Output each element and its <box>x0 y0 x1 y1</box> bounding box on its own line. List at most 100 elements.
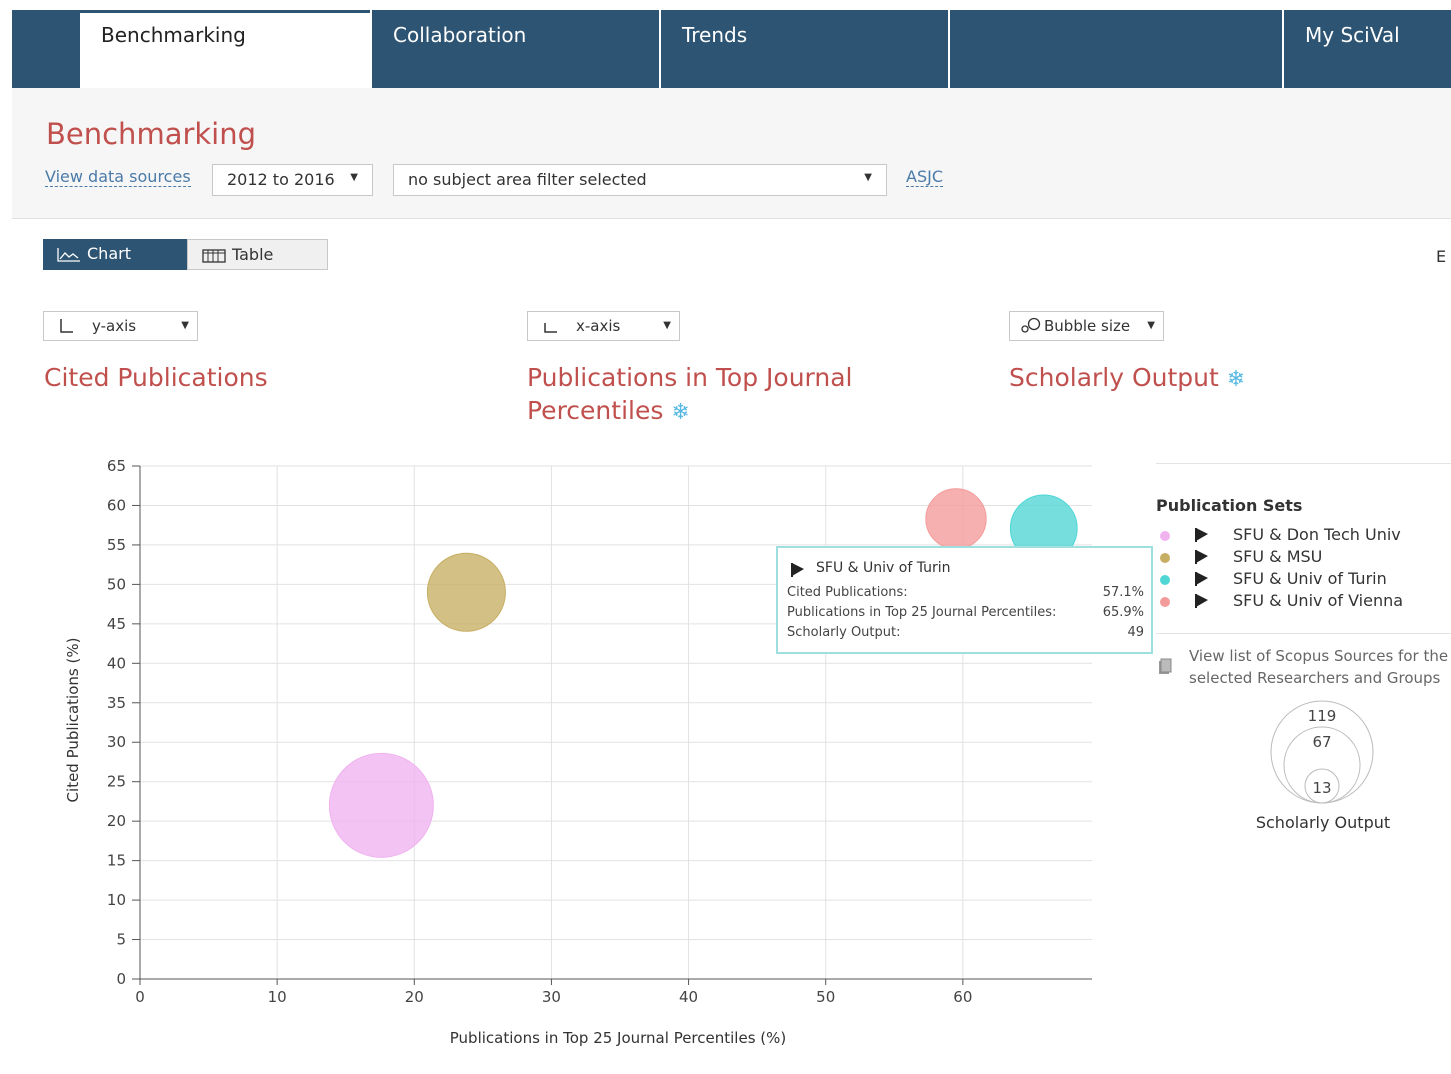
legend-label: SFU & Univ of Vienna <box>1233 591 1404 610</box>
tab-label: Collaboration <box>393 23 527 47</box>
y-tick-label: 55 <box>107 536 126 554</box>
tab-empty[interactable] <box>948 10 1283 88</box>
x-axis-icon <box>544 323 557 333</box>
chevron-down-icon: ▼ <box>663 320 671 331</box>
flag-icon <box>1195 550 1208 564</box>
bubble-size-select[interactable]: Bubble size ▼ <box>1009 311 1164 341</box>
scopus-link-line1: View list of Scopus Sources for the <box>1189 647 1449 665</box>
left-gutter <box>0 0 12 1074</box>
freeze-icon[interactable]: ❄ <box>671 400 689 425</box>
bubble-metric-label: Scholarly Output <box>1009 363 1219 392</box>
x-tick-label: 60 <box>953 988 972 1006</box>
chart-icon <box>57 248 80 262</box>
y-tick-label: 5 <box>116 931 126 949</box>
legend-color-dot <box>1160 575 1170 585</box>
export-button[interactable]: E <box>1436 247 1446 266</box>
scopus-link-line2: selected Researchers and Groups <box>1189 669 1441 687</box>
bubble-tooltip: SFU & Univ of Turin Cited Publications: 5… <box>776 546 1153 654</box>
y-tick-label: 45 <box>107 615 126 633</box>
flag-icon <box>791 563 804 577</box>
chevron-down-icon: ▼ <box>864 172 872 183</box>
tab-label: Trends <box>682 23 748 47</box>
y-tick-label: 25 <box>107 773 126 791</box>
size-key-caption: Scholarly Output <box>1255 813 1391 832</box>
asjc-link[interactable]: ASJC <box>906 167 943 187</box>
bubble <box>426 552 506 632</box>
tooltip-label: Publications in Top 25 Journal Percentil… <box>787 605 1057 620</box>
size-key-label: 67 <box>1312 733 1331 751</box>
y-tick-label: 10 <box>107 891 126 909</box>
page-title: Benchmarking <box>46 117 257 151</box>
legend-color-dot <box>1160 531 1170 541</box>
year-range-select[interactable]: 2012 to 2016 ▼ <box>212 164 373 196</box>
chevron-down-icon: ▼ <box>350 172 358 183</box>
size-key-label: 119 <box>1308 707 1337 725</box>
chevron-down-icon: ▼ <box>1147 320 1155 331</box>
tab-my-scival[interactable]: My SciVal <box>1282 10 1451 88</box>
tooltip-row: Publications in Top 25 Journal Percentil… <box>787 605 1144 620</box>
top-navigation: Benchmarking Collaboration Trends My Sci… <box>12 10 1451 88</box>
y-tick-label: 30 <box>107 733 126 751</box>
x-axis-select-label: x-axis <box>576 317 621 335</box>
header-band <box>12 88 1451 219</box>
table-icon <box>202 249 226 263</box>
y-axis-select[interactable]: y-axis ▼ <box>43 311 198 341</box>
tooltip-row: Cited Publications: 57.1% <box>787 585 1144 600</box>
y-tick-label: 35 <box>107 694 126 712</box>
tab-label: My SciVal <box>1305 23 1400 47</box>
y-tick-label: 65 <box>107 457 126 475</box>
size-key-label: 13 <box>1312 779 1331 797</box>
x-tick-label: 20 <box>405 988 424 1006</box>
tab-trends[interactable]: Trends <box>659 10 949 88</box>
chart-view-label: Chart <box>87 244 131 263</box>
bubble <box>328 752 434 858</box>
legend-color-dot <box>1160 597 1170 607</box>
legend-label: SFU & MSU <box>1233 547 1323 566</box>
tooltip-row: Scholarly Output: 49 <box>787 625 1144 640</box>
flag-icon <box>1195 594 1208 608</box>
tab-benchmarking[interactable]: Benchmarking <box>80 10 370 88</box>
tooltip-label: Cited Publications: <box>787 585 908 600</box>
document-icon <box>1159 658 1172 674</box>
x-tick-label: 0 <box>135 988 145 1006</box>
legend-label: SFU & Univ of Turin <box>1233 569 1387 588</box>
bubbles <box>328 488 1078 858</box>
x-metric-title: Publications in Top Journal Percentiles … <box>527 361 853 429</box>
legend-color-dot <box>1160 553 1170 563</box>
x-tick-label: 10 <box>268 988 287 1006</box>
y-tick-label: 0 <box>116 970 126 988</box>
subject-filter-select[interactable]: no subject area filter selected ▼ <box>393 164 887 196</box>
y-axis-title: Cited Publications (%) <box>64 638 82 803</box>
view-data-sources-link[interactable]: View data sources <box>45 167 191 187</box>
legend-divider <box>1156 633 1451 634</box>
scival-app: Benchmarking Collaboration Trends My Sci… <box>0 0 1451 1074</box>
x-tick-label: 30 <box>542 988 561 1006</box>
year-range-value: 2012 to 2016 <box>227 170 335 189</box>
x-axis-title: Publications in Top 25 Journal Percentil… <box>450 1029 786 1047</box>
x-metric-line2: Percentiles <box>527 396 664 425</box>
chart-view-button[interactable]: Chart <box>43 239 187 270</box>
freeze-icon[interactable]: ❄ <box>1227 367 1245 392</box>
tab-label: Benchmarking <box>101 23 246 47</box>
y-tick-label: 40 <box>107 654 126 672</box>
y-metric-title: Cited Publications <box>44 363 268 392</box>
bubble-size-label: Bubble size <box>1044 317 1131 335</box>
y-tick-label: 15 <box>107 852 126 870</box>
table-view-button[interactable]: Table <box>187 239 328 270</box>
bubble-size-key: 119 67 13 <box>1270 700 1374 804</box>
subject-filter-value: no subject area filter selected <box>408 170 647 189</box>
y-tick-label: 20 <box>107 812 126 830</box>
axes: 0 5 10 15 20 25 30 35 40 45 50 55 60 65 0 10 20 30 40 50 60 <box>107 457 1092 1006</box>
tooltip-value: 49 <box>1127 625 1144 640</box>
y-tick-label: 50 <box>107 575 126 593</box>
y-axis-select-label: y-axis <box>92 317 137 335</box>
legend-label: SFU & Don Tech Univ <box>1233 525 1401 544</box>
x-axis-select[interactable]: x-axis ▼ <box>527 311 680 341</box>
tooltip-value: 65.9% <box>1102 605 1144 620</box>
bubble-icon <box>1021 317 1041 333</box>
scopus-sources-link[interactable]: View list of Scopus Sources for the sele… <box>1189 645 1451 689</box>
tooltip-label: Scholarly Output: <box>787 625 901 640</box>
bubble <box>925 488 987 550</box>
y-tick-label: 60 <box>107 496 126 514</box>
tab-collaboration[interactable]: Collaboration <box>370 10 660 88</box>
